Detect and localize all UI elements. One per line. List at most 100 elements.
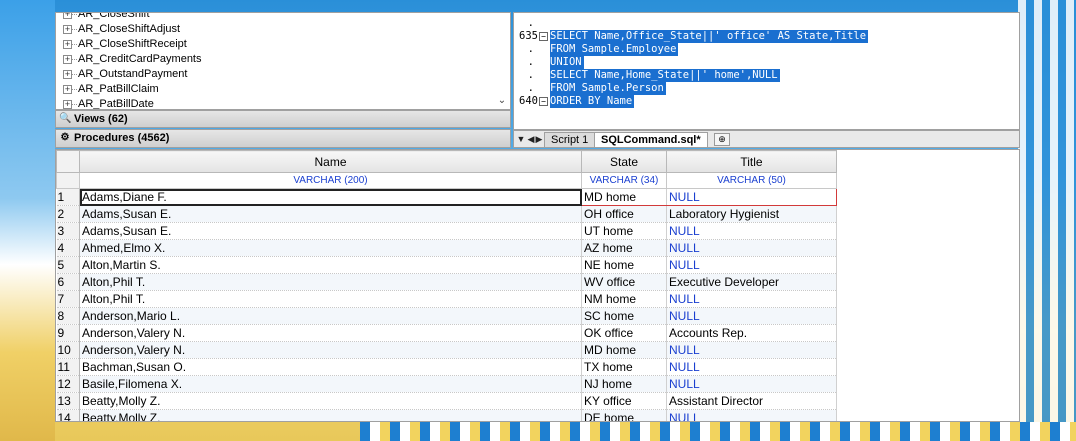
row-number[interactable]: 7 <box>56 290 80 308</box>
row-number[interactable]: 1 <box>56 188 80 206</box>
code-line[interactable]: FROM Sample.Employee <box>550 43 679 56</box>
cell-title[interactable]: NULL <box>666 222 837 240</box>
cell-title[interactable]: NULL <box>666 290 837 308</box>
row-number[interactable]: 4 <box>56 239 80 257</box>
cell-title[interactable]: Executive Developer <box>666 273 837 291</box>
cell-name[interactable]: Basile,Filomena X. <box>79 375 582 393</box>
cell-state[interactable]: KY office <box>581 392 667 410</box>
row-number[interactable]: 3 <box>56 222 80 240</box>
cell-name[interactable]: Beatty,Molly Z. <box>79 409 582 421</box>
table-row[interactable]: 6 Alton,Phil T. WV office Executive Develop… <box>56 273 837 291</box>
column-header-state[interactable]: State <box>581 150 667 173</box>
cell-title[interactable]: NULL <box>666 375 837 393</box>
expand-icon[interactable]: + <box>63 40 72 49</box>
views-section[interactable]: 🔍 Views (62) <box>55 110 511 128</box>
table-row[interactable]: 14 Beatty,Molly Z. DE home NULL <box>56 409 837 421</box>
cell-title[interactable]: Laboratory Hygienist <box>666 205 837 223</box>
cell-name[interactable]: Alton,Martin S. <box>79 256 582 274</box>
table-row[interactable]: 2 Adams,Susan E. OH office Laboratory Hygie… <box>56 205 837 223</box>
code-line[interactable]: ORDER BY Name <box>550 95 635 108</box>
cell-state[interactable]: AZ home <box>581 239 667 257</box>
tab-sqlcommand[interactable]: SQLCommand.sql* <box>594 132 708 147</box>
table-row[interactable]: 10 Anderson,Valery N. MD home NULL <box>56 341 837 359</box>
cell-title[interactable]: NULL <box>666 307 837 325</box>
row-number[interactable]: 12 <box>56 375 80 393</box>
cell-state[interactable]: NM home <box>581 290 667 308</box>
cell-name[interactable]: Alton,Phil T. <box>79 290 582 308</box>
cell-name[interactable]: Bachman,Susan O. <box>79 358 582 376</box>
tree-item[interactable]: + AR_PatBillClaim <box>56 82 510 97</box>
cell-title[interactable]: NULL <box>666 239 837 257</box>
new-tab-icon[interactable]: ⊕ <box>714 133 730 146</box>
table-row[interactable]: 12 Basile,Filomena X. NJ home NULL <box>56 375 837 393</box>
procedures-section[interactable]: ⚙ Procedures (4562) <box>55 129 511 148</box>
cell-name[interactable]: Ahmed,Elmo X. <box>79 239 582 257</box>
tree-item[interactable]: + AR_PatBillDate <box>56 97 510 109</box>
row-number[interactable]: 14 <box>56 409 80 421</box>
cell-title[interactable]: Accounts Rep. <box>666 324 837 342</box>
table-row[interactable]: 9 Anderson,Valery N. OK office Accounts Rep… <box>56 324 837 342</box>
expand-icon[interactable]: + <box>63 55 72 64</box>
tab-scroll-right-icon[interactable]: ▶ <box>534 133 544 145</box>
expand-icon[interactable]: + <box>63 100 72 109</box>
cell-state[interactable]: OK office <box>581 324 667 342</box>
cell-title[interactable]: Assistant Director <box>666 392 837 410</box>
table-row[interactable]: 11 Bachman,Susan O. TX home NULL <box>56 358 837 376</box>
cell-name[interactable]: Adams,Susan E. <box>79 205 582 223</box>
cell-state[interactable]: NJ home <box>581 375 667 393</box>
cell-title[interactable]: NULL <box>666 409 837 421</box>
cell-state[interactable]: MD home <box>581 341 667 359</box>
cell-name[interactable]: Anderson,Mario L. <box>79 307 582 325</box>
code-line[interactable]: FROM Sample.Person <box>550 82 666 95</box>
tree-item[interactable]: + AR_CloseShiftAdjust <box>56 22 510 37</box>
row-number[interactable]: 11 <box>56 358 80 376</box>
sql-editor[interactable]: . 635−.... 640− SELECT Name,Office_State||… <box>513 12 1020 130</box>
row-number[interactable]: 9 <box>56 324 80 342</box>
table-row[interactable]: 7 Alton,Phil T. NM home NULL <box>56 290 837 308</box>
cell-name[interactable]: Adams,Diane F. <box>79 188 582 206</box>
column-header-title[interactable]: Title <box>666 150 837 173</box>
table-row[interactable]: 13 Beatty,Molly Z. KY office Assistant Dire… <box>56 392 837 410</box>
cell-name[interactable]: Anderson,Valery N. <box>79 341 582 359</box>
fold-icon[interactable]: − <box>539 97 548 106</box>
cell-title[interactable]: NULL <box>666 256 837 274</box>
tab-list-dropdown-icon[interactable]: ▼ <box>516 133 526 145</box>
fold-icon[interactable]: − <box>539 32 548 41</box>
expand-icon[interactable]: + <box>63 25 72 34</box>
cell-name[interactable]: Adams,Susan E. <box>79 222 582 240</box>
row-number[interactable]: 2 <box>56 205 80 223</box>
object-tree[interactable]: + AR_CloseShift + AR_CloseShiftAdjust + AR_Cl… <box>55 12 511 110</box>
cell-state[interactable]: WV office <box>581 273 667 291</box>
code-line[interactable]: SELECT Name,Office_State||' office' AS S… <box>550 30 869 43</box>
table-row[interactable]: 3 Adams,Susan E. UT home NULL <box>56 222 837 240</box>
results-grid[interactable]: Name State Title VARCHAR (200) VARCHAR (… <box>55 149 1020 422</box>
cell-title[interactable]: NULL <box>666 358 837 376</box>
cell-title[interactable]: NULL <box>666 188 837 206</box>
tree-item[interactable]: + AR_OutstandPayment <box>56 67 510 82</box>
cell-state[interactable]: NE home <box>581 256 667 274</box>
table-row[interactable]: 5 Alton,Martin S. NE home NULL <box>56 256 837 274</box>
scroll-down-icon[interactable]: ⌄ <box>496 95 508 107</box>
cell-title[interactable]: NULL <box>666 341 837 359</box>
tab-script-1[interactable]: Script 1 <box>544 132 596 147</box>
cell-name[interactable]: Beatty,Molly Z. <box>79 392 582 410</box>
table-row[interactable]: 8 Anderson,Mario L. SC home NULL <box>56 307 837 325</box>
cell-name[interactable]: Anderson,Valery N. <box>79 324 582 342</box>
code-line[interactable]: SELECT Name,Home_State||' home',NULL <box>550 69 780 82</box>
row-number[interactable]: 13 <box>56 392 80 410</box>
cell-state[interactable]: OH office <box>581 205 667 223</box>
row-number[interactable]: 10 <box>56 341 80 359</box>
expand-icon[interactable]: + <box>63 13 72 19</box>
cell-state[interactable]: MD home <box>581 188 667 206</box>
row-number[interactable]: 6 <box>56 273 80 291</box>
cell-name[interactable]: Alton,Phil T. <box>79 273 582 291</box>
expand-icon[interactable]: + <box>63 70 72 79</box>
row-number[interactable]: 5 <box>56 256 80 274</box>
cell-state[interactable]: UT home <box>581 222 667 240</box>
row-number[interactable]: 8 <box>56 307 80 325</box>
cell-state[interactable]: TX home <box>581 358 667 376</box>
tree-item[interactable]: + AR_CloseShiftReceipt <box>56 37 510 52</box>
cell-state[interactable]: SC home <box>581 307 667 325</box>
table-row[interactable]: 4 Ahmed,Elmo X. AZ home NULL <box>56 239 837 257</box>
expand-icon[interactable]: + <box>63 85 72 94</box>
